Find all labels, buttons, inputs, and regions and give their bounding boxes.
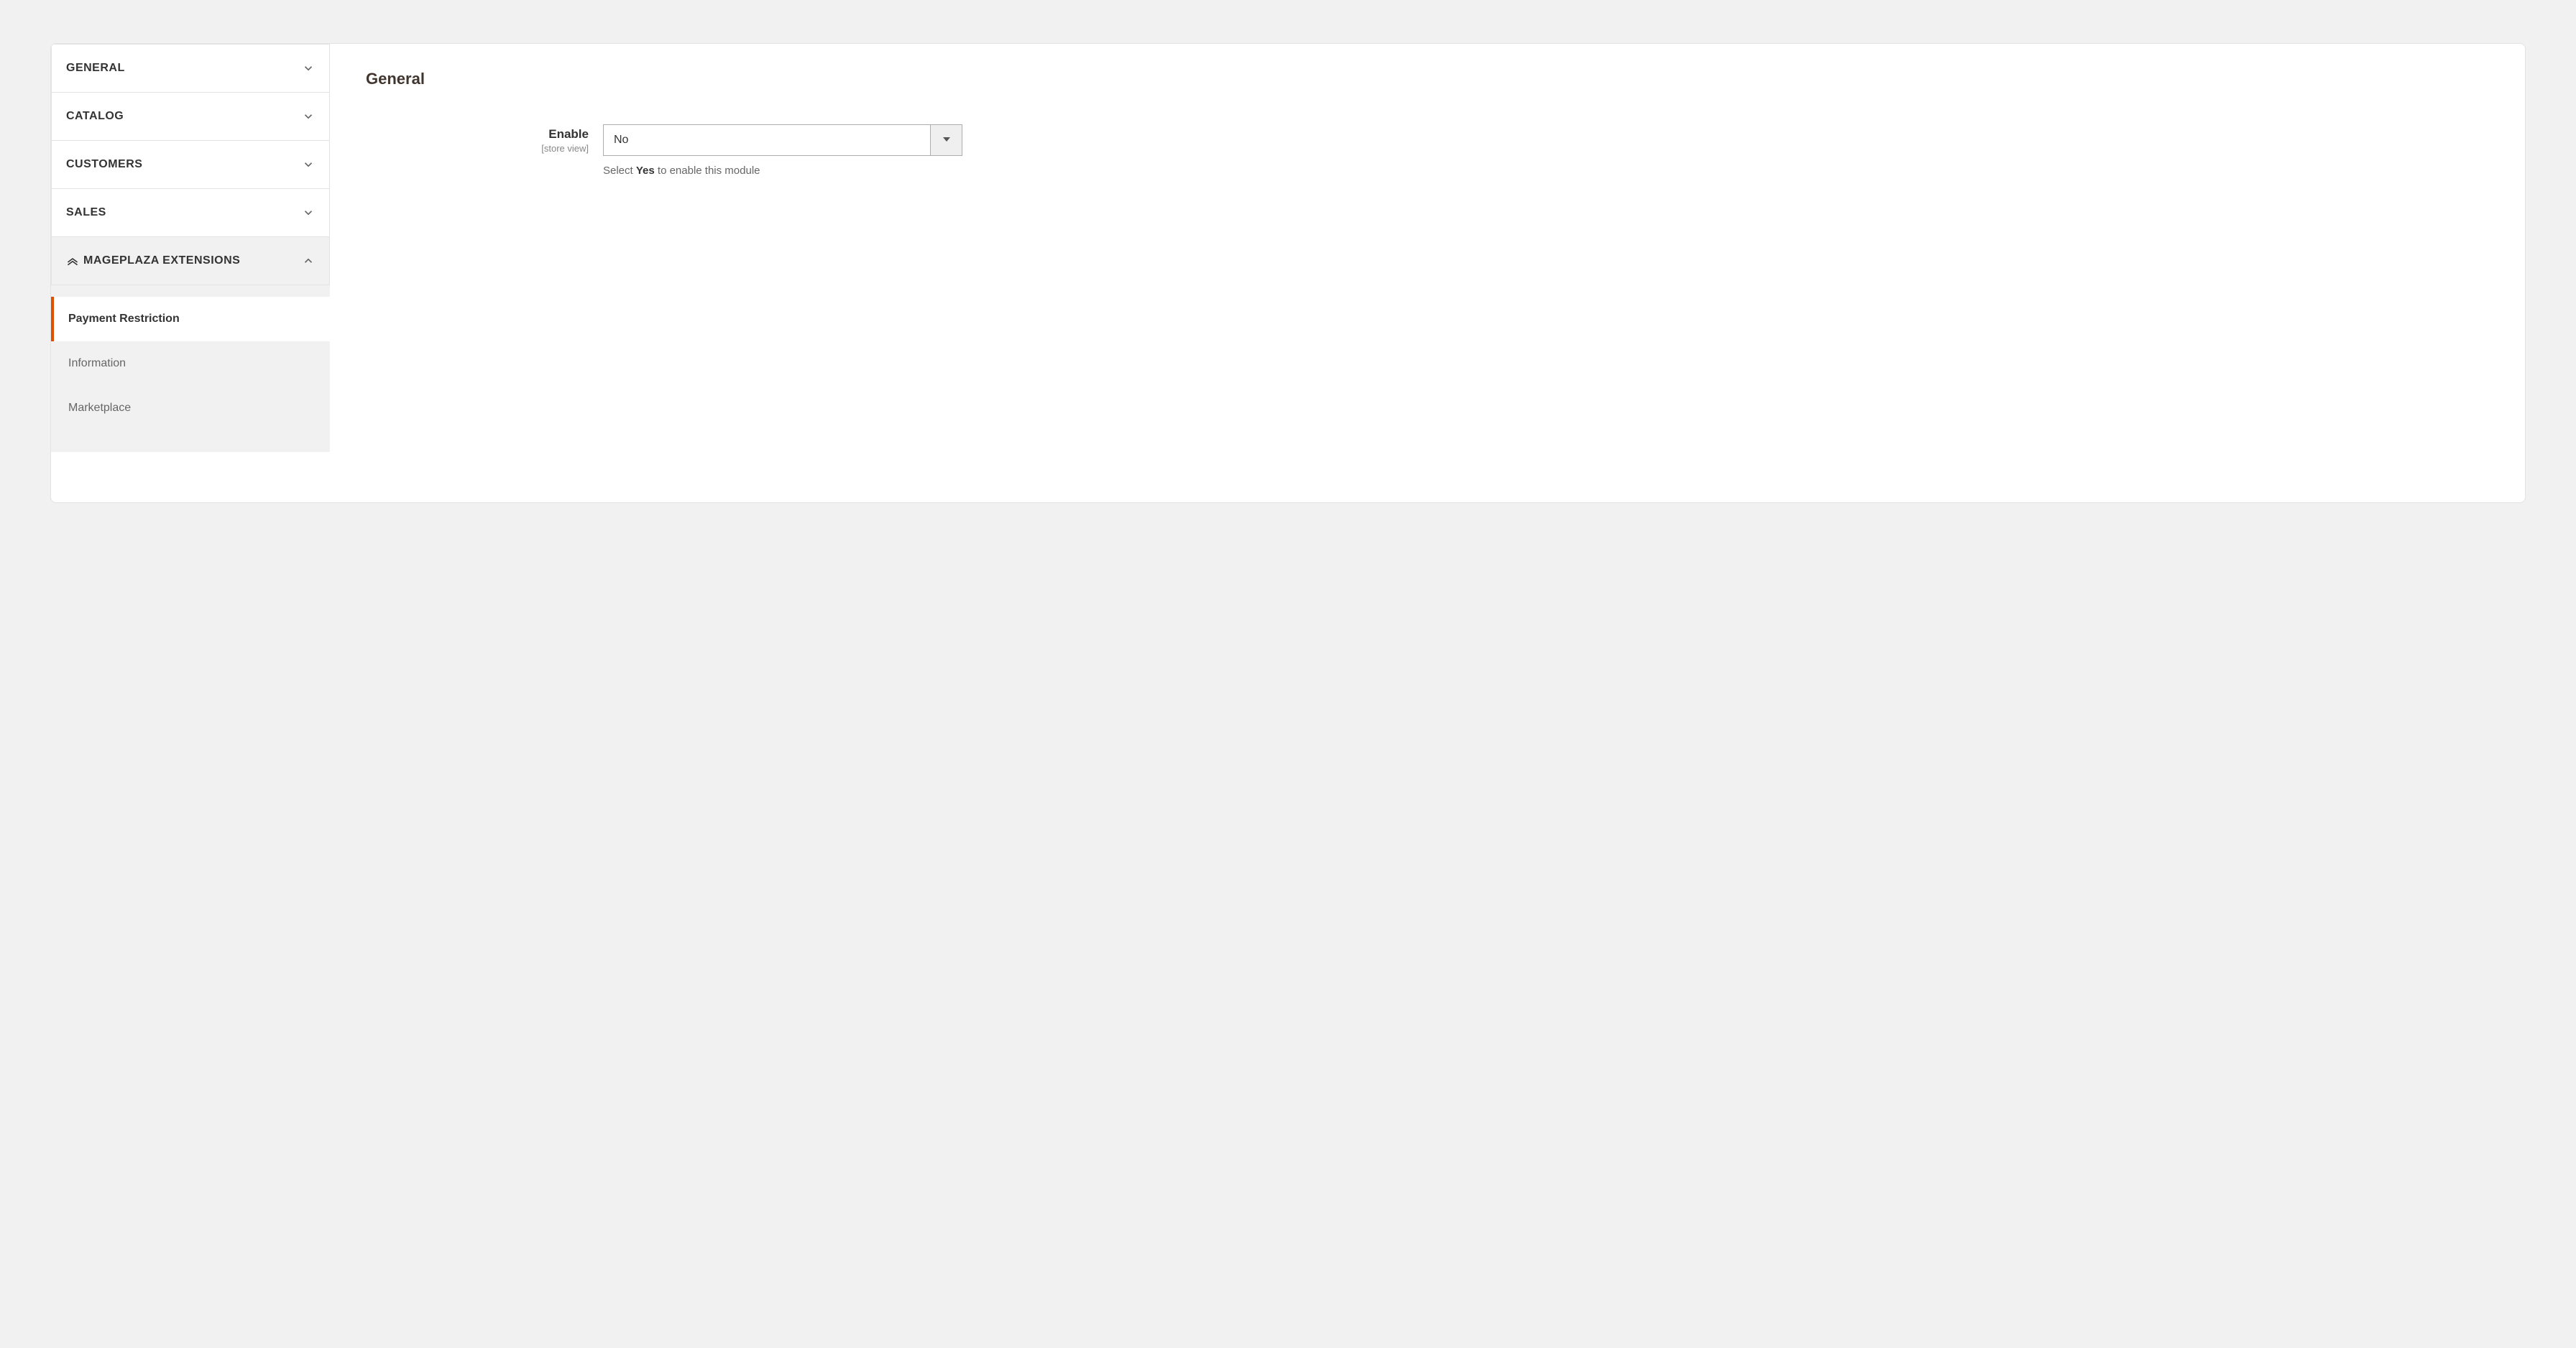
field-label-column: Enable [store view] bbox=[366, 124, 589, 154]
config-panel: GENERAL CATALOG CUSTOMERS SALES bbox=[50, 43, 2526, 503]
sidebar-tab-label: CUSTOMERS bbox=[66, 158, 142, 171]
field-note: Select Yes to enable this module bbox=[603, 165, 962, 177]
config-content: General Enable [store view] No Select Ye… bbox=[330, 44, 2525, 502]
chevron-down-icon bbox=[302, 110, 315, 123]
select-dropdown-button[interactable] bbox=[930, 125, 962, 155]
field-note-pre: Select bbox=[603, 165, 636, 177]
field-control-column: No Select Yes to enable this module bbox=[603, 124, 962, 177]
sidebar-tab-label: SALES bbox=[66, 206, 106, 219]
sidebar-tab-label: CATALOG bbox=[66, 110, 124, 123]
sidebar-tab-mageplaza-extensions[interactable]: MAGEPLAZA EXTENSIONS bbox=[51, 237, 330, 285]
sidebar-tab-label: MAGEPLAZA EXTENSIONS bbox=[83, 254, 240, 267]
chevron-down-icon bbox=[302, 206, 315, 219]
chevron-up-icon bbox=[302, 254, 315, 267]
section-title: General bbox=[366, 70, 2489, 88]
sidebar-tab-customers[interactable]: CUSTOMERS bbox=[51, 141, 330, 189]
sidebar-subitems: Payment Restriction Information Marketpl… bbox=[51, 285, 330, 452]
select-value: No bbox=[604, 125, 930, 155]
mageplaza-brand-icon bbox=[66, 254, 79, 267]
chevron-down-icon bbox=[302, 62, 315, 75]
sidebar-tab-catalog[interactable]: CATALOG bbox=[51, 93, 330, 141]
field-scope: [store view] bbox=[366, 143, 589, 154]
caret-down-icon bbox=[943, 134, 950, 147]
sidebar-item-label: Marketplace bbox=[68, 402, 131, 414]
field-note-post: to enable this module bbox=[655, 165, 760, 177]
field-enable: Enable [store view] No Select Yes to ena… bbox=[366, 124, 2489, 177]
field-label: Enable bbox=[366, 127, 589, 142]
config-sidebar: GENERAL CATALOG CUSTOMERS SALES bbox=[51, 44, 330, 502]
sidebar-item-payment-restriction[interactable]: Payment Restriction bbox=[51, 297, 330, 341]
sidebar-tab-sales[interactable]: SALES bbox=[51, 189, 330, 237]
sidebar-item-marketplace[interactable]: Marketplace bbox=[51, 386, 330, 430]
enable-select[interactable]: No bbox=[603, 124, 962, 156]
field-note-bold: Yes bbox=[636, 165, 655, 177]
sidebar-item-label: Payment Restriction bbox=[68, 313, 180, 325]
sidebar-item-label: Information bbox=[68, 357, 126, 369]
sidebar-tab-label: GENERAL bbox=[66, 62, 125, 75]
chevron-down-icon bbox=[302, 158, 315, 171]
sidebar-item-information[interactable]: Information bbox=[51, 341, 330, 386]
sidebar-tab-general[interactable]: GENERAL bbox=[51, 44, 330, 93]
